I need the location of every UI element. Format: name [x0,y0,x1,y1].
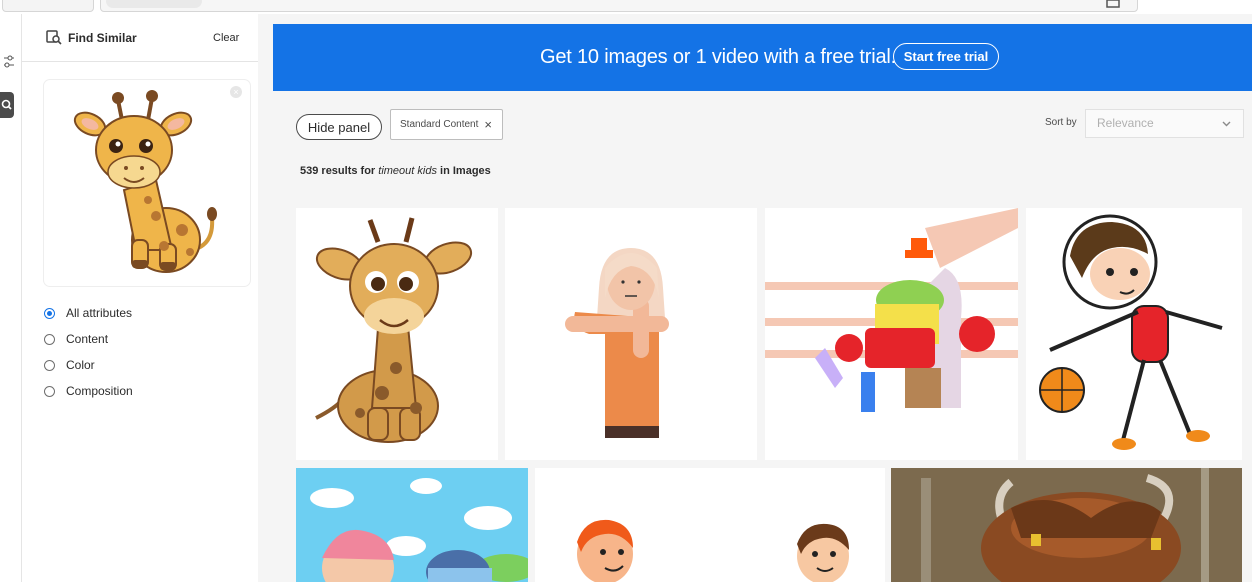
results-summary: 539 results for timeout kids in Images [300,165,491,177]
find-similar-icon [46,30,62,45]
filter-chip-standard-content[interactable]: Standard Content × [390,109,503,140]
browser-tab[interactable] [2,0,94,12]
reference-image: × [44,80,250,286]
giraffe-illustration [73,90,217,273]
giraffe-photo-illustration [296,208,498,460]
crocodile-boxer-illustration [765,208,1018,460]
chevron-down-icon [1222,121,1231,127]
results-suffix: in Images [440,165,491,177]
left-rail [0,14,22,582]
option-label: Color [66,358,95,372]
result-image-highland-cow[interactable] [891,468,1242,582]
panel-title: Find Similar [68,31,137,45]
result-image-crocodile-boxer[interactable] [765,208,1018,460]
banner-text: Get 10 images or 1 video with a free tri… [540,46,897,68]
kids-sky-illustration [296,468,528,582]
close-icon[interactable]: × [484,117,492,132]
search-icon [1,99,12,110]
boy-basketball-illustration [1026,208,1242,460]
radio-all-attributes[interactable] [44,307,55,319]
filter-icon[interactable] [2,54,16,70]
option-label: Content [66,332,109,346]
option-label: All attributes [66,306,133,320]
two-kids-illustration [535,468,885,582]
option-composition[interactable]: Composition [44,382,133,400]
sort-value: Relevance [1097,116,1154,130]
search-bar[interactable] [100,0,1138,12]
woman-timeout-illustration [505,208,757,460]
panel-header: Find Similar Clear [22,14,258,62]
radio-color[interactable] [44,359,55,371]
option-content[interactable]: Content [44,330,108,348]
result-image-boy-basketball[interactable] [1026,208,1242,460]
results-count: 539 results for [300,165,376,177]
sort-dropdown[interactable]: Relevance [1085,109,1244,138]
find-similar-panel: Find Similar Clear × All attributes Cont… [22,14,258,582]
option-label: Composition [66,384,133,398]
option-color[interactable]: Color [44,356,95,374]
close-icon[interactable]: × [230,86,242,98]
result-image-two-kids[interactable] [535,468,885,582]
sort-label: Sort by [1045,117,1077,128]
option-all-attributes[interactable]: All attributes [44,304,132,322]
browser-top-bar [0,0,1252,14]
clear-button[interactable]: Clear [213,32,239,44]
highland-cow-photo [891,468,1242,582]
trial-banner: Get 10 images or 1 video with a free tri… [273,24,1252,91]
camera-search-icon[interactable] [1106,0,1122,8]
radio-content[interactable] [44,333,55,345]
result-image-woman-timeout[interactable] [505,208,757,460]
start-free-trial-button[interactable]: Start free trial [893,43,999,70]
radio-composition[interactable] [44,385,55,397]
result-image-giraffe[interactable] [296,208,498,460]
results-query: timeout kids [378,165,437,177]
chip-label: Standard Content [400,119,479,130]
results-area: Get 10 images or 1 video with a free tri… [273,14,1252,582]
result-image-kids-sky[interactable] [296,468,528,582]
find-similar-rail-button[interactable] [0,92,14,118]
hide-panel-button[interactable]: Hide panel [296,114,382,140]
panel-gutter [258,14,273,582]
search-scope-pill[interactable] [106,0,202,8]
